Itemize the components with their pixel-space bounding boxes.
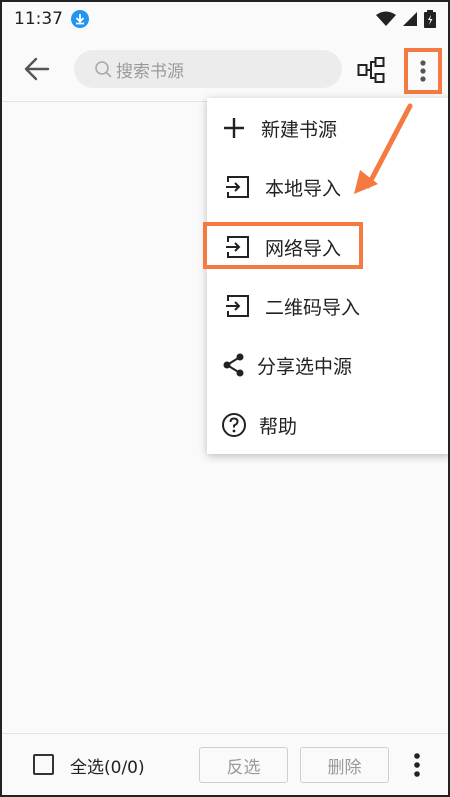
import-icon bbox=[226, 295, 249, 317]
select-all-label[interactable]: 全选(0/0) bbox=[70, 753, 145, 778]
menu-item-label: 新建书源 bbox=[261, 118, 338, 141]
bottom-bar: 全选(0/0) 反选 删除 bbox=[2, 733, 448, 795]
toolbar: 搜索书源 bbox=[2, 36, 448, 102]
invert-selection-button[interactable]: 反选 bbox=[199, 747, 288, 783]
download-notification-icon bbox=[71, 10, 89, 28]
menu-item-label: 帮助 bbox=[259, 415, 298, 438]
back-arrow-icon[interactable] bbox=[24, 56, 50, 82]
menu-item-label: 本地导入 bbox=[265, 177, 342, 200]
status-time: 11:37 bbox=[14, 9, 63, 29]
annotation-arrow bbox=[354, 103, 413, 194]
annotation-highlight-box bbox=[203, 222, 363, 269]
menu-item-help[interactable]: 帮助 bbox=[207, 400, 448, 450]
delete-button[interactable]: 删除 bbox=[300, 747, 389, 783]
menu-item-qr-import[interactable]: 二维码导入 bbox=[207, 281, 448, 331]
more-vertical-icon bbox=[420, 60, 426, 82]
cellular-icon bbox=[403, 12, 417, 26]
more-vertical-icon[interactable] bbox=[408, 750, 426, 780]
plus-icon bbox=[224, 118, 244, 138]
battery-icon bbox=[424, 10, 436, 28]
help-icon bbox=[222, 413, 246, 437]
search-icon bbox=[95, 61, 112, 78]
menu-item-label: 分享选中源 bbox=[257, 355, 353, 378]
import-icon bbox=[226, 176, 249, 198]
menu-item-label: 二维码导入 bbox=[265, 296, 361, 319]
wifi-icon bbox=[376, 11, 396, 26]
status-bar: 11:37 bbox=[2, 2, 448, 36]
search-input[interactable]: 搜索书源 bbox=[74, 50, 342, 88]
share-icon bbox=[223, 353, 244, 377]
search-placeholder: 搜索书源 bbox=[116, 61, 184, 82]
menu-item-share-selected[interactable]: 分享选中源 bbox=[207, 340, 448, 390]
status-right bbox=[376, 10, 436, 28]
more-options-button[interactable] bbox=[404, 48, 442, 94]
group-tree-icon[interactable] bbox=[357, 56, 385, 84]
select-all-checkbox[interactable] bbox=[33, 754, 54, 775]
app-screen: 11:37 搜索书源 新建书源 本地导入 网络导入 二维码导入 分享选中源 帮助… bbox=[0, 0, 450, 797]
